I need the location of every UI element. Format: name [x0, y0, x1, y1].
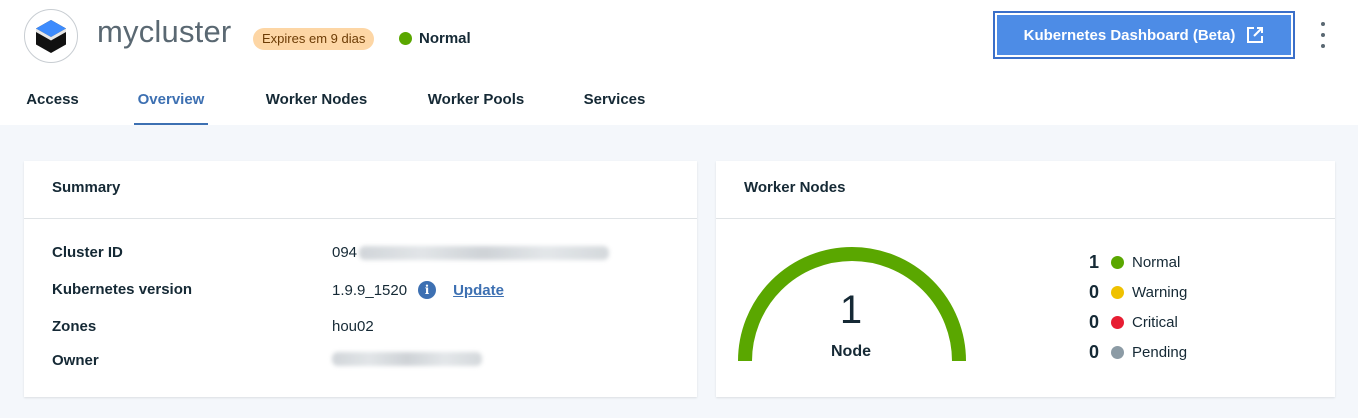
- legend-count: 0: [1089, 311, 1100, 332]
- cluster-id-value: 094: [332, 244, 610, 261]
- status-dot-icon: [399, 32, 412, 45]
- kubernetes-version-label: Kubernetes version: [52, 281, 193, 298]
- cluster-id-text: 094: [332, 244, 358, 261]
- cluster-status: Normal: [399, 30, 471, 47]
- summary-title: Summary: [52, 179, 121, 196]
- worker-nodes-card: Worker Nodes 1 Node 1 Normal 0 Warning 0…: [716, 161, 1335, 397]
- legend-count: 0: [1089, 341, 1100, 362]
- tab-bar: Access Overview Worker Nodes Worker Pool…: [0, 80, 1358, 125]
- cluster-id-label: Cluster ID: [52, 244, 123, 261]
- page-title: mycluster: [97, 14, 232, 49]
- info-icon[interactable]: i: [418, 281, 437, 299]
- status-dot-icon: [1111, 285, 1124, 299]
- divider: [716, 218, 1335, 219]
- overflow-menu-icon[interactable]: [1313, 22, 1333, 48]
- kubernetes-dashboard-label: Kubernetes Dashboard (Beta): [1023, 26, 1236, 44]
- legend-item-critical: 0 Critical: [1089, 307, 1187, 337]
- legend-count: 1: [1089, 251, 1100, 272]
- update-link[interactable]: Update: [453, 282, 504, 299]
- zones-value: hou02: [332, 318, 374, 335]
- expires-badge: Expires em 9 dias: [253, 28, 375, 50]
- worker-nodes-title: Worker Nodes: [744, 179, 846, 196]
- tab-worker-pools[interactable]: Worker Pools: [427, 80, 525, 125]
- kubernetes-version-text: 1.9.9_1520: [332, 281, 408, 299]
- legend-label: Pending: [1132, 343, 1188, 361]
- legend-label: Critical: [1132, 313, 1178, 331]
- legend-label: Warning: [1132, 283, 1188, 301]
- status-dot-icon: [1111, 255, 1124, 269]
- zones-label: Zones: [52, 318, 97, 335]
- cluster-header: mycluster Expires em 9 dias Normal Kuber…: [0, 0, 1358, 125]
- tab-overview[interactable]: Overview: [134, 80, 208, 125]
- gauge-label: Node: [831, 343, 871, 360]
- legend-item-warning: 0 Warning: [1089, 277, 1187, 307]
- gauge-count: 1: [839, 288, 863, 332]
- redacted-text: [332, 352, 482, 366]
- owner-label: Owner: [52, 352, 99, 369]
- cluster-logo-icon: [24, 9, 78, 63]
- status-dot-icon: [1111, 345, 1124, 359]
- redacted-text: [359, 245, 610, 260]
- legend-item-normal: 1 Normal: [1089, 247, 1187, 277]
- summary-card: Summary Cluster ID 094 Kubernetes versio…: [24, 161, 697, 397]
- kubernetes-dashboard-button[interactable]: Kubernetes Dashboard (Beta): [993, 11, 1295, 59]
- tab-access[interactable]: Access: [26, 80, 79, 125]
- status-dot-icon: [1111, 315, 1124, 329]
- status-label: Normal: [419, 30, 471, 47]
- status-legend: 1 Normal 0 Warning 0 Critical 0 Pending: [1089, 247, 1187, 367]
- tab-worker-nodes[interactable]: Worker Nodes: [264, 80, 369, 125]
- legend-label: Normal: [1132, 253, 1181, 271]
- legend-item-pending: 0 Pending: [1089, 337, 1187, 367]
- legend-count: 0: [1089, 281, 1100, 302]
- external-link-icon: [1246, 26, 1264, 44]
- owner-value: [332, 352, 482, 366]
- divider: [24, 218, 697, 219]
- kubernetes-version-value: 1.9.9_1520 i Update: [332, 281, 504, 299]
- tab-services[interactable]: Services: [583, 80, 646, 125]
